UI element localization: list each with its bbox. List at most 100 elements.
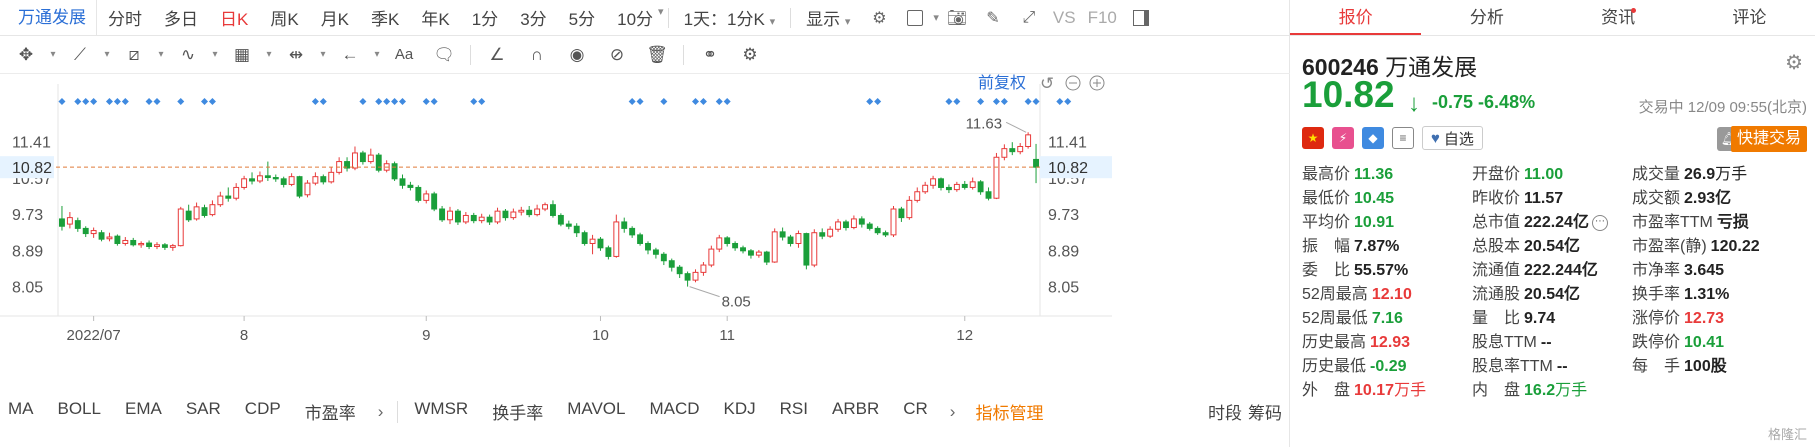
panel-tab[interactable]: 报价 [1290, 0, 1422, 35]
indicator-tab[interactable]: CDP [233, 399, 293, 424]
panel-tab[interactable]: 评论 [1684, 0, 1815, 35]
period-tab[interactable]: 分时 [97, 5, 153, 30]
indicator-tab[interactable]: MACD [637, 399, 711, 424]
period-tab[interactable]: 5分 [558, 5, 606, 30]
indicator-manage-button[interactable]: 指标管理 [965, 399, 1053, 424]
fullscreen-icon[interactable]: ⤢ [1019, 8, 1039, 28]
channel-line-icon[interactable]: ⧄ [122, 43, 146, 67]
stock-name-tab[interactable]: 万通发展 [0, 0, 97, 36]
signal-diamond-marker [177, 98, 185, 105]
candle-up [700, 264, 707, 273]
candle-up [850, 218, 857, 229]
candle-down [684, 273, 691, 281]
signal-diamond-marker [945, 98, 953, 105]
indicator-tab[interactable]: CR [891, 399, 940, 424]
chip-distribution-button[interactable]: 筹码 [1246, 399, 1290, 424]
trash-icon[interactable]: 🗑︎ [645, 43, 669, 67]
x-tick-label: 9 [422, 327, 430, 344]
add-watchlist-button[interactable]: ♥ 自选 [1422, 126, 1483, 150]
period-tab[interactable]: 季K [360, 5, 410, 30]
indicator-tab[interactable]: BOLL [46, 399, 113, 424]
quote-label: 总股本 [1472, 238, 1521, 255]
period-tab[interactable]: 3分 [509, 5, 557, 30]
arrow-left-icon[interactable]: ← [338, 43, 362, 67]
time-segment-button[interactable]: 时段 [1204, 399, 1246, 424]
candle-down [225, 195, 232, 199]
panel-settings-icon[interactable]: ⚙ [1785, 50, 1803, 75]
comment-icon[interactable]: 🗨︎ [432, 43, 456, 67]
indicator-tab[interactable]: MA [0, 399, 46, 424]
vs-compare-button[interactable]: VS [1047, 8, 1082, 28]
period-tab[interactable]: 10分 [606, 5, 664, 30]
indicator-tab[interactable]: RSI [768, 399, 820, 424]
indicator-tab[interactable]: EMA [113, 399, 174, 424]
chart-style-square-icon[interactable] [905, 8, 925, 28]
move-cross-icon[interactable]: ✥ [14, 43, 38, 67]
price-adjust-toggle[interactable]: 前复权 [978, 74, 1026, 92]
eye-icon[interactable]: ◉ [565, 43, 589, 67]
quote-cell: 最低价 10.45 [1290, 184, 1466, 208]
drawing-settings-icon[interactable]: ⚙ [738, 43, 762, 67]
camera-icon[interactable]: 📷︎ [947, 8, 967, 28]
candle-down [645, 242, 651, 251]
notes-icon[interactable]: ≡ [1392, 127, 1414, 149]
indicator-tab[interactable]: WMSR [402, 399, 480, 424]
candle-down [779, 231, 786, 238]
period-tab[interactable]: 周K [259, 5, 309, 30]
signal-diamond-marker [398, 98, 406, 105]
kline-chart[interactable]: 11.41 11.41 10.57 10.57 9.73 9.73 8.89 8.89 8.05… [0, 74, 1290, 394]
fast-trade-button[interactable]: 快捷交易 [1730, 126, 1807, 152]
display-menu[interactable]: 显示 ▾ [795, 5, 861, 30]
period-tab[interactable]: 日K [209, 5, 259, 30]
indicator-tab[interactable]: 换手率 [480, 399, 555, 424]
period-tab[interactable]: 月K [310, 5, 360, 30]
indicator-tab[interactable]: KDJ [712, 399, 768, 424]
fib-grid-icon[interactable]: ▦ [230, 43, 254, 67]
f10-button[interactable]: F10 [1082, 8, 1123, 28]
indicator-tab[interactable]: ARBR [820, 399, 891, 424]
indicator-tab[interactable]: 市盈率 [293, 399, 368, 424]
signal-diamond-marker [82, 98, 90, 105]
period-tab[interactable]: 1分 [461, 5, 509, 30]
pencil-icon[interactable]: ✎ [983, 8, 1003, 28]
tag-icon[interactable]: ◆ [1362, 127, 1384, 149]
text-tool-icon[interactable]: Aa [392, 43, 416, 67]
indicator-tab[interactable]: MAVOL [555, 399, 637, 424]
range-select[interactable]: 1天：1分K ▾ [673, 5, 787, 30]
chevron-right-icon[interactable]: › [368, 402, 394, 422]
candle-down [59, 218, 65, 227]
candle-down [621, 221, 628, 229]
candle-up [969, 181, 976, 188]
panel-tab-label: 评论 [1732, 8, 1767, 27]
margin-trading-icon[interactable]: ⚡ [1332, 127, 1354, 149]
quote-value: 20.54亿 [1524, 286, 1580, 303]
sidebar-toggle-icon[interactable] [1131, 8, 1151, 28]
quote-cell: 52周最低 7.16 [1290, 304, 1466, 328]
quote-value: -- [1557, 358, 1568, 375]
indicator-tab[interactable]: SAR [174, 399, 233, 424]
trend-line-icon[interactable]: ⟋ [68, 43, 92, 67]
chevron-down-icon: ▾ [266, 49, 272, 60]
quote-value: 222.244亿 [1524, 262, 1598, 279]
low-price-marker: 8.05 [722, 294, 751, 311]
wave-line-icon[interactable]: ∿ [176, 43, 200, 67]
hide-eye-icon[interactable]: ⊘ [605, 43, 629, 67]
change-value: -0.75 [1432, 92, 1474, 112]
panel-tab[interactable]: 资讯 [1553, 0, 1684, 35]
chevron-right-icon[interactable]: › [940, 402, 966, 422]
quote-cell [1632, 379, 1808, 397]
news-dot-badge [1630, 8, 1636, 13]
period-tab[interactable]: 年K [410, 5, 460, 30]
more-info-icon[interactable]: ⋯ [1591, 214, 1608, 231]
range-measure-icon[interactable]: ⇹ [284, 43, 308, 67]
link-rings-icon[interactable]: ⚭ [698, 43, 722, 67]
angle-icon[interactable]: ∠ [485, 43, 509, 67]
quote-value: 9.74 [1524, 310, 1555, 327]
panel-tab[interactable]: 分析 [1421, 0, 1552, 35]
period-tab[interactable]: 多日 [153, 5, 209, 30]
candle-up [953, 183, 960, 191]
candle-down [130, 239, 137, 246]
low-marker-leader [689, 286, 720, 298]
settings-gear-icon[interactable]: ⚙ [869, 8, 889, 28]
magnet-icon[interactable]: ∩ [525, 43, 549, 67]
